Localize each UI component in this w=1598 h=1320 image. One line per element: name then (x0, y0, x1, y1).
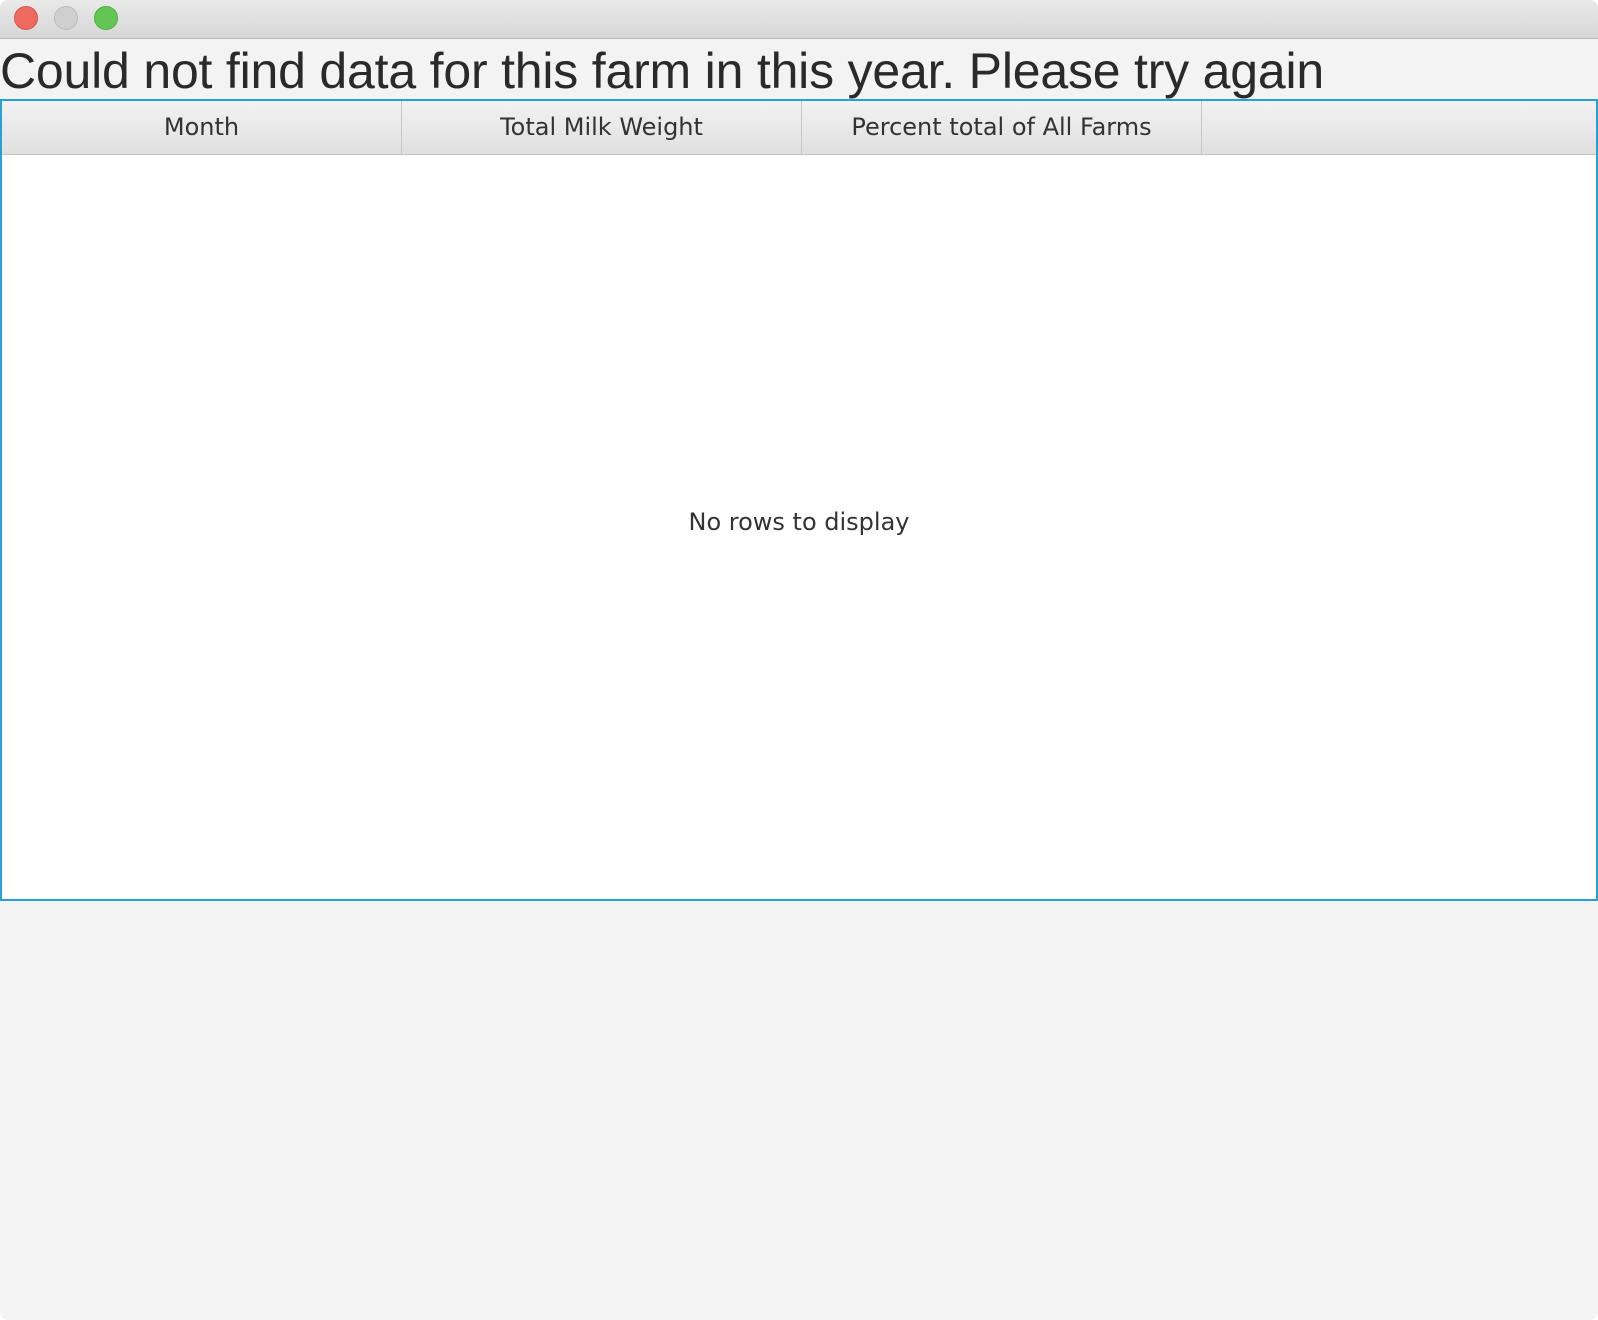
column-header-month[interactable]: Month (2, 101, 402, 154)
table-header: Month Total Milk Weight Percent total of… (2, 101, 1596, 155)
column-header-filler (1202, 101, 1596, 154)
column-header-total-milk-weight[interactable]: Total Milk Weight (402, 101, 802, 154)
data-table[interactable]: Month Total Milk Weight Percent total of… (0, 99, 1598, 901)
close-window-button[interactable] (14, 6, 38, 30)
empty-table-placeholder: No rows to display (688, 508, 910, 536)
app-window: Could not find data for this farm in thi… (0, 0, 1598, 1320)
column-header-percent-total[interactable]: Percent total of All Farms (802, 101, 1202, 154)
minimize-window-button[interactable] (54, 6, 78, 30)
zoom-window-button[interactable] (94, 6, 118, 30)
error-message: Could not find data for this farm in thi… (0, 43, 1325, 99)
title-bar[interactable] (0, 0, 1598, 39)
